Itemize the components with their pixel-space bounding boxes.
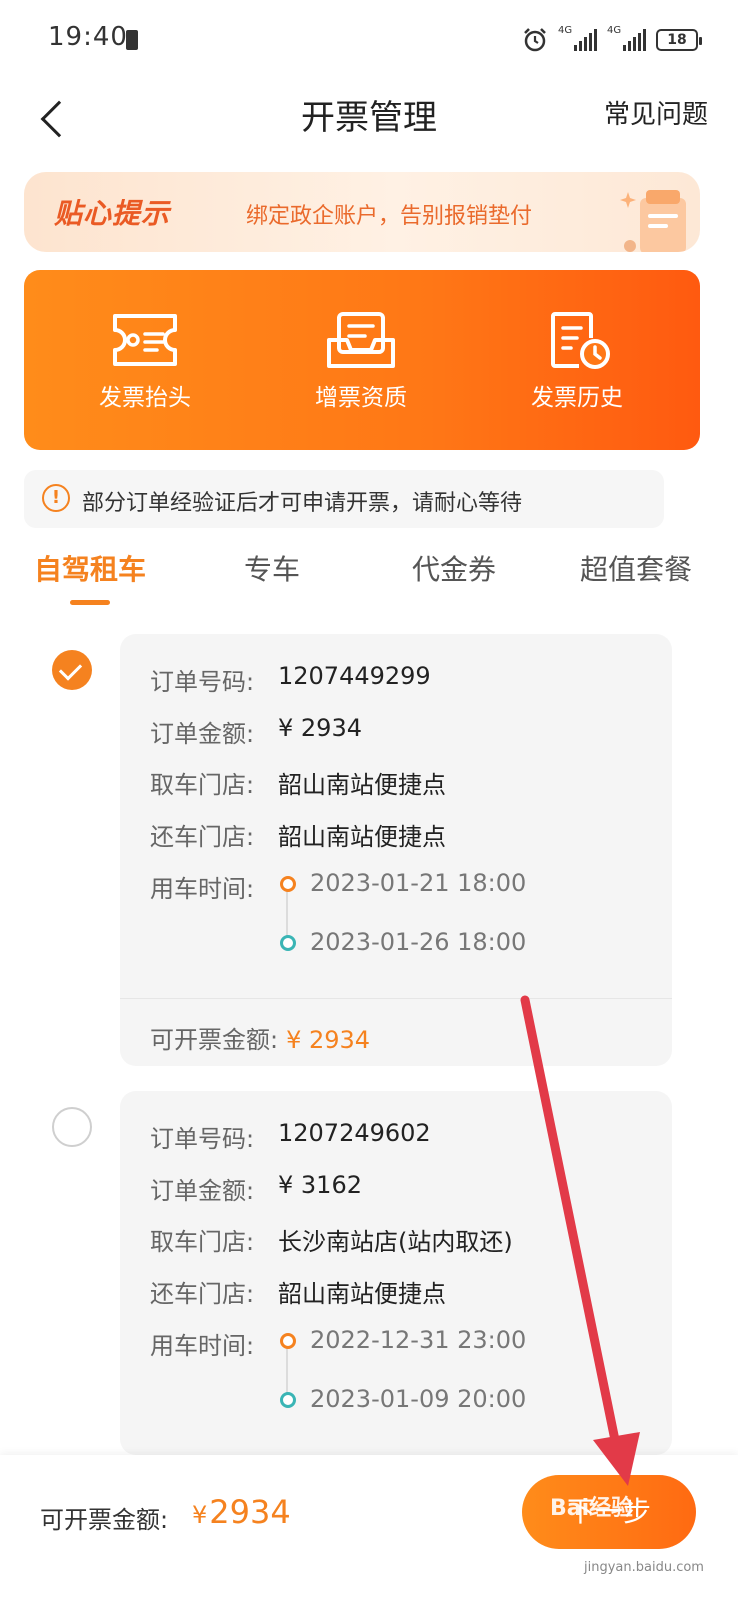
tab-self-drive[interactable]: 自驾租车 <box>34 548 146 588</box>
return-value: 韶山南站便捷点 <box>278 823 446 851</box>
quick-action-label: 发票历史 <box>531 385 623 411</box>
invoice-history-button[interactable]: 发票历史 <box>502 310 652 420</box>
tip-banner[interactable]: 贴心提示 绑定政企账户，告别报销垫付 <box>24 172 700 252</box>
status-time: 19:40 <box>48 22 128 52</box>
warning-icon: ! <box>42 484 70 512</box>
document-clock-icon <box>551 312 610 369</box>
order-no-row: 订单号码: 1207249602 <box>150 1119 431 1154</box>
amount-row: 订单金额: ¥ 3162 <box>150 1171 362 1206</box>
pickup-row: 取车门店: 韶山南站便捷点 <box>150 765 446 800</box>
return-row: 还车门店: 韶山南站便捷点 <box>150 817 446 852</box>
baidu-watermark-url: jingyan.baidu.com <box>584 1560 704 1575</box>
document-tray-icon <box>327 312 395 368</box>
amount-value: ¥ 2934 <box>278 714 362 742</box>
start-time-value: 2022-12-31 23:00 <box>310 1326 527 1354</box>
pickup-value: 韶山南站便捷点 <box>278 771 446 799</box>
invoice-quick-actions: 发票抬头 增票资质 发票历史 <box>24 270 700 450</box>
battery-icon: 18 <box>656 29 702 51</box>
total-label: 可开票金额: <box>40 1506 169 1534</box>
ticket-card-icon <box>113 314 177 366</box>
field-label: 订单金额: <box>150 1177 255 1205</box>
end-dot-icon <box>280 1392 296 1408</box>
timeline-connector <box>286 1349 288 1393</box>
currency-symbol: ¥ <box>192 1501 208 1529</box>
field-label: 订单金额: <box>150 720 255 748</box>
tip-title: 贴心提示 <box>54 197 171 230</box>
order-checkbox-unchecked[interactable] <box>52 1107 92 1147</box>
baidu-watermark: Bai经验 <box>550 1496 634 1521</box>
pickup-value: 长沙南站店(站内取还) <box>278 1228 513 1256</box>
order-no-value: 1207449299 <box>278 662 431 690</box>
total-amount-value: 2934 <box>209 1493 291 1531</box>
nav-header: 开票管理 常见问题 <box>0 80 738 160</box>
total-amount: ¥2934 <box>192 1493 291 1531</box>
faq-link[interactable]: 常见问题 <box>604 94 708 131</box>
tab-chauffeur[interactable]: 专车 <box>244 548 300 588</box>
invoice-illustration-icon <box>620 190 686 252</box>
amount-row: 订单金额: ¥ 2934 <box>150 714 362 749</box>
invoiceable-value: ¥ 2934 <box>286 1026 371 1054</box>
field-label: 用车时间: <box>150 875 255 903</box>
start-dot-icon <box>280 876 296 892</box>
invoice-title-button[interactable]: 发票抬头 <box>70 310 220 420</box>
end-dot-icon <box>280 935 296 951</box>
field-label: 订单号码: <box>150 668 255 696</box>
field-label: 订单号码: <box>150 1125 255 1153</box>
field-label: 还车门店: <box>150 823 255 851</box>
pickup-row: 取车门店: 长沙南站店(站内取还) <box>150 1222 513 1257</box>
order-no-value: 1207249602 <box>278 1119 431 1147</box>
battery-level: 18 <box>667 32 687 48</box>
tip-text: 绑定政企账户，告别报销垫付 <box>246 204 533 229</box>
signal-icon-2: 4G <box>607 25 646 51</box>
field-label: 用车时间: <box>150 1332 255 1360</box>
vat-qualification-button[interactable]: 增票资质 <box>286 310 436 420</box>
order-checkbox-checked[interactable] <box>52 650 92 690</box>
field-label: 取车门店: <box>150 1228 255 1256</box>
active-tab-indicator <box>70 600 110 605</box>
notice-text: 部分订单经验证后才可申请开票，请耐心等待 <box>82 491 523 516</box>
field-label: 可开票金额: <box>150 1026 279 1054</box>
status-icons: 4G 4G 18 <box>522 24 702 56</box>
start-dot-icon <box>280 1333 296 1349</box>
alarm-icon <box>524 28 546 52</box>
tab-vouchers[interactable]: 代金券 <box>412 548 496 588</box>
quick-action-label: 发票抬头 <box>99 385 191 411</box>
order-card[interactable]: 订单号码: 1207249602 订单金额: ¥ 3162 取车门店: 长沙南站… <box>120 1091 672 1455</box>
order-no-row: 订单号码: 1207449299 <box>150 662 431 697</box>
battery-saver-icon <box>126 30 138 50</box>
amount-value: ¥ 3162 <box>278 1171 362 1199</box>
card-divider <box>120 998 672 999</box>
time-row: 用车时间: <box>150 869 254 904</box>
order-card[interactable]: 订单号码: 1207449299 订单金额: ¥ 2934 取车门店: 韶山南站… <box>120 634 672 1066</box>
field-label: 还车门店: <box>150 1280 255 1308</box>
return-value: 韶山南站便捷点 <box>278 1280 446 1308</box>
signal-icon-1: 4G <box>558 25 597 51</box>
end-time-value: 2023-01-26 18:00 <box>310 928 527 956</box>
quick-action-label: 增票资质 <box>315 385 407 411</box>
field-label: 取车门店: <box>150 771 255 799</box>
end-time-value: 2023-01-09 20:00 <box>310 1385 527 1413</box>
verification-notice: ! 部分订单经验证后才可申请开票，请耐心等待 <box>24 470 664 528</box>
bottom-bar: 可开票金额: ¥2934 下一步 <box>0 1455 738 1600</box>
time-row: 用车时间: <box>150 1326 254 1361</box>
timeline-connector <box>286 892 288 936</box>
status-bar: 19:40 4G 4G 18 <box>0 0 738 80</box>
return-row: 还车门店: 韶山南站便捷点 <box>150 1274 446 1309</box>
tab-packages[interactable]: 超值套餐 <box>580 548 692 588</box>
invoiceable-row: 可开票金额: ¥ 2934 <box>150 1020 370 1055</box>
start-time-value: 2023-01-21 18:00 <box>310 869 527 897</box>
category-tabs: 自驾租车 专车 代金券 超值套餐 <box>0 540 738 610</box>
